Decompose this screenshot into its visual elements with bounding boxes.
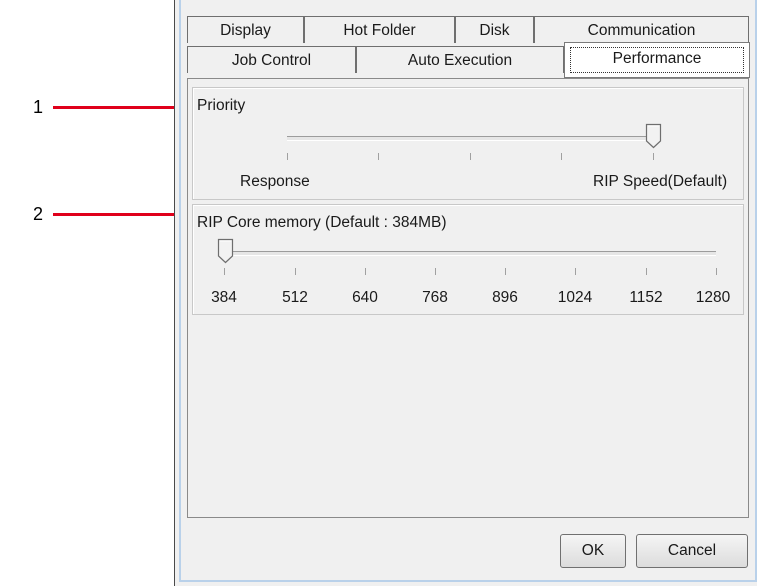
- cancel-button[interactable]: Cancel: [636, 534, 748, 568]
- memory-tick: [435, 268, 436, 275]
- priority-tick: [470, 153, 471, 160]
- callout-line-2: [53, 213, 190, 216]
- priority-slider-thumb[interactable]: [645, 123, 662, 149]
- memory-scale-label: 512: [282, 289, 308, 306]
- priority-right-label: RIP Speed(Default): [593, 173, 728, 190]
- memory-tick: [716, 268, 717, 275]
- memory-tick: [295, 268, 296, 275]
- memory-tick: [646, 268, 647, 275]
- priority-tick: [561, 153, 562, 160]
- memory-scale-label: 896: [492, 289, 518, 306]
- tab-hot-folder[interactable]: Hot Folder: [304, 16, 455, 43]
- tab-auto-execution[interactable]: Auto Execution: [356, 46, 564, 73]
- tab-job-control[interactable]: Job Control: [187, 46, 356, 73]
- priority-tick: [378, 153, 379, 160]
- priority-tick: [653, 153, 654, 160]
- callout-2: 2: [33, 204, 44, 224]
- memory-scale-label: 1024: [557, 289, 593, 306]
- callout-line-1: [53, 106, 190, 109]
- memory-tick: [365, 268, 366, 275]
- memory-scale-label: 384: [211, 289, 237, 306]
- tab-performance[interactable]: Performance: [564, 42, 750, 78]
- memory-scale-label: 1280: [695, 289, 731, 306]
- tab-communication[interactable]: Communication: [534, 16, 749, 43]
- priority-left-label: Response: [240, 173, 310, 190]
- memory-scale-label: 768: [422, 289, 448, 306]
- tab-disk[interactable]: Disk: [455, 16, 534, 43]
- priority-tick: [287, 153, 288, 160]
- priority-label: Priority: [197, 97, 246, 114]
- memory-scale-label: 1152: [629, 289, 663, 306]
- priority-slider-track[interactable]: [287, 136, 660, 141]
- memory-slider-thumb[interactable]: [217, 238, 234, 264]
- memory-slider-track[interactable]: [224, 251, 716, 256]
- memory-tick: [575, 268, 576, 275]
- memory-tick: [224, 268, 225, 275]
- memory-label: RIP Core memory (Default : 384MB): [197, 214, 447, 231]
- tab-display[interactable]: Display: [187, 16, 304, 43]
- memory-scale-label: 640: [352, 289, 378, 306]
- memory-tick: [505, 268, 506, 275]
- tab-focus-rect: [570, 47, 744, 73]
- callout-1: 1: [33, 97, 44, 117]
- ok-button[interactable]: OK: [560, 534, 626, 568]
